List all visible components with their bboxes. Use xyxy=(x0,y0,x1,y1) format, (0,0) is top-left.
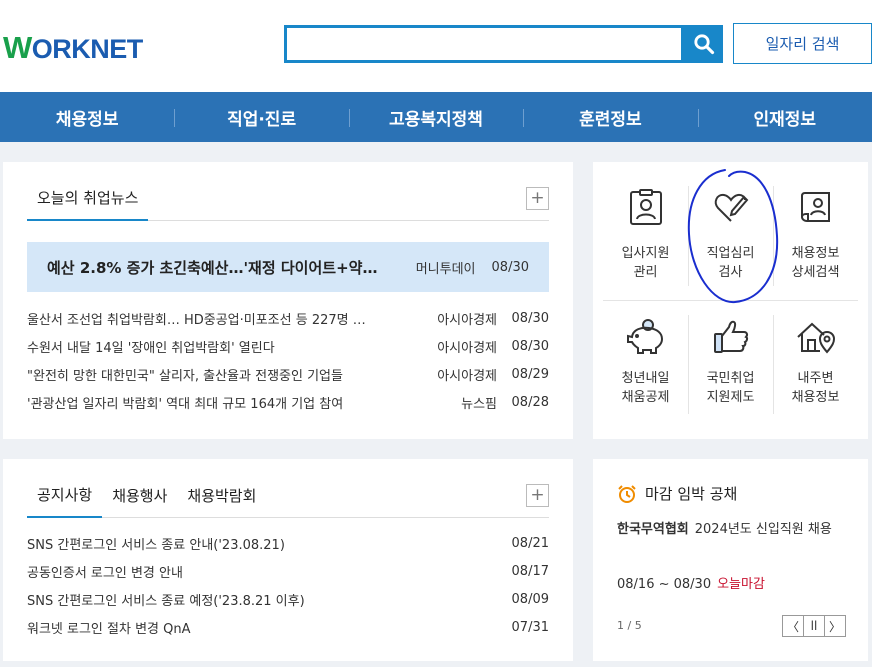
prev-button[interactable]: 〈 xyxy=(782,615,804,637)
logo-text: ORKNET xyxy=(31,34,144,64)
news-headline[interactable]: 예산 2.8% 증가 초긴축예산…'재정 다이어트+약… 머니투데이 08/30 xyxy=(27,242,549,292)
notice-date: 07/31 xyxy=(511,619,549,635)
notice-title: SNS 간편로그인 서비스 종료 안내('23.08.21) xyxy=(27,537,285,553)
headline-title: 예산 2.8% 증가 초긴축예산…'재정 다이어트+약… xyxy=(47,258,378,277)
notice-date: 08/17 xyxy=(511,563,549,579)
deadline-job-link[interactable]: 한국무역협회 2024년도 신입직원 채용 xyxy=(617,518,849,542)
scroll-person-icon xyxy=(794,186,838,230)
notice-tab-row: 공지사항 채용행사 채용박람회 + xyxy=(27,477,549,518)
service-career-psych-test[interactable]: 직업심리 검사 xyxy=(688,172,773,300)
news-more-button[interactable]: + xyxy=(526,187,549,210)
notice-more-button[interactable]: + xyxy=(526,484,549,507)
company-name: 한국무역협회 xyxy=(617,522,689,537)
house-pin-icon xyxy=(794,315,838,359)
notice-list: SNS 간편로그인 서비스 종료 안내('23.08.21) 08/21 공동인… xyxy=(27,529,549,641)
notice-panel: 공지사항 채용행사 채용박람회 + SNS 간편로그인 서비스 종료 안내('2… xyxy=(3,459,573,661)
tab-today-news[interactable]: 오늘의 취업뉴스 xyxy=(27,187,149,221)
news-date: 08/30 xyxy=(511,338,549,354)
nav-item-recruitment[interactable]: 채용정보 xyxy=(0,92,174,142)
page-indicator: 1 / 5 xyxy=(617,619,642,632)
job-title: 2024년도 신입직원 채용 xyxy=(694,522,832,537)
nav-item-talent[interactable]: 인재정보 xyxy=(697,92,872,142)
services-grid: 입사지원 관리 직업심리 검사 채용정보 상세검색 청년내일 채움공제 국민취업… xyxy=(603,172,858,428)
nav-item-welfare-policy[interactable]: 고용복지정책 xyxy=(348,92,523,142)
service-label: 내주변 채용정보 xyxy=(791,371,840,405)
tab-job-fairs[interactable]: 채용박람회 xyxy=(177,485,266,517)
carousel-controls: 〈 ll 〉 xyxy=(782,615,846,637)
deadline-jobs-panel: 마감 임박 공채 한국무역협회 2024년도 신입직원 채용 08/16 ~ 08… xyxy=(593,459,868,661)
deadline-period: 08/16 ~ 08/30 오늘마감 xyxy=(617,573,765,592)
list-item[interactable]: "완전히 망한 대한민국" 살리자, 출산율과 전쟁중인 기업들 아시아경제 0… xyxy=(27,360,549,388)
employment-news-panel: 오늘의 취업뉴스 + 예산 2.8% 증가 초긴축예산…'재정 다이어트+약… … xyxy=(3,162,573,439)
alarm-clock-icon xyxy=(618,484,636,503)
thumbs-up-icon xyxy=(709,315,753,359)
news-source: 아시아경제 xyxy=(437,368,497,384)
deadline-title-text: 마감 임박 공채 xyxy=(645,485,738,503)
service-label: 직업심리 검사 xyxy=(706,246,755,280)
main-nav: 채용정보 직업·진로 고용복지정책 훈련정보 인재정보 xyxy=(0,92,872,142)
service-label: 국민취업 지원제도 xyxy=(706,371,755,405)
news-source: 뉴스핌 xyxy=(461,396,497,412)
tab-notices[interactable]: 공지사항 xyxy=(27,484,103,518)
notice-title: SNS 간편로그인 서비스 종료 예정('23.8.21 이후) xyxy=(27,593,305,609)
news-date: 08/30 xyxy=(511,310,549,326)
notice-date: 08/09 xyxy=(511,591,549,607)
service-youth-tomorrow-fund[interactable]: 청년내일 채움공제 xyxy=(603,301,688,428)
document-person-icon xyxy=(624,186,668,230)
period-text: 08/16 ~ 08/30 xyxy=(617,577,712,592)
site-header: WORKNET 일자리 검색 xyxy=(0,0,872,92)
search-box xyxy=(284,25,684,63)
service-label: 입사지원 관리 xyxy=(621,246,670,280)
news-tab-row: 오늘의 취업뉴스 + xyxy=(27,180,549,221)
list-item[interactable]: 공동인증서 로그인 변경 안내 08/17 xyxy=(27,557,549,585)
job-search-button[interactable]: 일자리 검색 xyxy=(733,23,872,64)
tab-recruit-events[interactable]: 채용행사 xyxy=(102,485,177,517)
news-title: 울산서 조선업 취업박람회… HD중공업·미포조선 등 227명 … xyxy=(27,312,366,328)
headline-source: 머니투데이 xyxy=(415,261,476,277)
list-item[interactable]: 울산서 조선업 취업박람회… HD중공업·미포조선 등 227명 … 아시아경제… xyxy=(27,304,549,332)
news-date: 08/29 xyxy=(511,366,549,382)
news-source: 아시아경제 xyxy=(437,312,497,328)
list-item[interactable]: '관광산업 일자리 박람회' 역대 최대 규모 164개 기업 참여 뉴스핌 0… xyxy=(27,388,549,416)
nav-item-career[interactable]: 직업·진로 xyxy=(174,92,348,142)
service-label: 청년내일 채움공제 xyxy=(621,371,670,405)
news-title: "완전히 망한 대한민국" 살리자, 출산율과 전쟁중인 기업들 xyxy=(27,368,343,384)
news-date: 08/28 xyxy=(511,394,549,410)
logo-w: W xyxy=(3,30,32,65)
search-input[interactable] xyxy=(287,28,681,60)
quick-services-panel: 입사지원 관리 직업심리 검사 채용정보 상세검색 청년내일 채움공제 국민취업… xyxy=(593,162,868,439)
notice-title: 워크넷 로그인 절차 변경 QnA xyxy=(27,621,191,637)
headline-date: 08/30 xyxy=(491,259,529,275)
service-label: 채용정보 상세검색 xyxy=(791,246,840,280)
next-button[interactable]: 〉 xyxy=(824,615,846,637)
closing-today-badge: 오늘마감 xyxy=(717,577,765,592)
service-national-employment-support[interactable]: 국민취업 지원제도 xyxy=(688,301,773,428)
news-title: '관광산업 일자리 박람회' 역대 최대 규모 164개 기업 참여 xyxy=(27,396,344,412)
news-title: 수원서 내달 14일 '장애인 취업박람회' 열린다 xyxy=(27,340,275,356)
deadline-title: 마감 임박 공채 xyxy=(617,483,737,504)
worknet-logo[interactable]: WORKNET xyxy=(3,30,143,66)
nav-item-training[interactable]: 훈련정보 xyxy=(523,92,697,142)
pause-button[interactable]: ll xyxy=(803,615,825,637)
list-item[interactable]: SNS 간편로그인 서비스 종료 안내('23.08.21) 08/21 xyxy=(27,529,549,557)
search-icon xyxy=(693,34,714,55)
list-item[interactable]: 수원서 내달 14일 '장애인 취업박람회' 열린다 아시아경제 08/30 xyxy=(27,332,549,360)
news-list: 울산서 조선업 취업박람회… HD중공업·미포조선 등 227명 … 아시아경제… xyxy=(27,304,549,416)
service-detailed-job-search[interactable]: 채용정보 상세검색 xyxy=(773,172,858,300)
list-item[interactable]: 워크넷 로그인 절차 변경 QnA 07/31 xyxy=(27,613,549,641)
service-nearby-jobs[interactable]: 내주변 채용정보 xyxy=(773,301,858,428)
list-item[interactable]: SNS 간편로그인 서비스 종료 예정('23.8.21 이후) 08/09 xyxy=(27,585,549,613)
notice-title: 공동인증서 로그인 변경 안내 xyxy=(27,565,183,581)
service-application-management[interactable]: 입사지원 관리 xyxy=(603,172,688,300)
search-button[interactable] xyxy=(684,25,723,63)
piggy-bank-icon xyxy=(624,315,668,359)
notice-date: 08/21 xyxy=(511,535,549,551)
heart-pen-icon xyxy=(709,186,753,230)
news-source: 아시아경제 xyxy=(437,340,497,356)
